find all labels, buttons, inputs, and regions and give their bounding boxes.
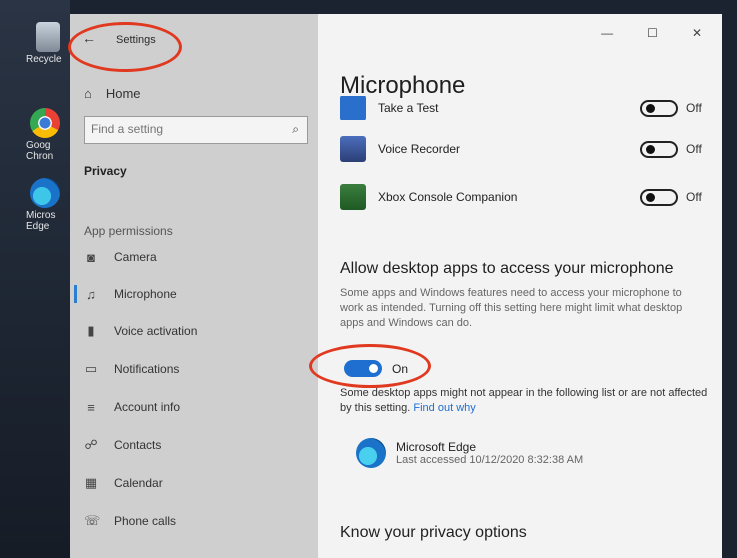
nav-home-label: Home [105, 86, 141, 101]
sidebar-item-notifications[interactable]: ▭ Notifications [84, 358, 180, 380]
minimize-button[interactable]: — [601, 26, 613, 40]
search-input[interactable] [85, 117, 271, 141]
chrome-icon [30, 108, 60, 138]
settings-window: ← Settings ⌂ Home ⌕ Privacy App permissi… [70, 14, 722, 558]
contacts-icon: ☍ [84, 437, 98, 452]
chrome-desktop-icon[interactable]: Goog Chron [26, 108, 66, 162]
sidebar-item-label: Calendar [114, 476, 163, 490]
edge-icon [30, 178, 60, 208]
desktop-apps-note: Some desktop apps might not appear in th… [340, 386, 710, 416]
desktop-icon-label: Goog Chron [26, 140, 54, 162]
sidebar-item-label: Phone calls [114, 514, 177, 528]
camera-icon: ◙ [87, 249, 95, 265]
edge-desktop-icon[interactable]: Micros Edge [26, 178, 66, 232]
sidebar-item-account-info[interactable]: ≡ Account info [84, 396, 180, 418]
privacy-options-heading: Know your privacy options [340, 524, 527, 541]
microphone-icon: ♫ [86, 286, 96, 302]
group-heading-app-permissions: App permissions [84, 224, 173, 238]
desktop-app-name: Microsoft Edge [396, 440, 477, 454]
toggle-state-label: Off [686, 101, 702, 115]
sidebar-item-phone-calls[interactable]: ☏ Phone calls [84, 510, 176, 532]
app-name: Voice Recorder [378, 142, 461, 156]
sidebar-item-label: Microphone [114, 287, 177, 301]
desktop-background: Recycle Goog Chron Micros Edge [0, 0, 70, 558]
app-name: Take a Test [378, 101, 439, 115]
sidebar: ← Settings ⌂ Home ⌕ Privacy App permissi… [70, 14, 318, 558]
notifications-icon: ▭ [84, 361, 98, 376]
sidebar-item-label: Notifications [114, 362, 180, 376]
desktop-app-last-accessed: Last accessed 10/12/2020 8:32:38 AM [396, 454, 584, 466]
app-row-take-a-test: Take a Test Off [340, 96, 710, 120]
toggle-state-label: Off [686, 142, 702, 156]
toggle-state-label: Off [686, 190, 702, 204]
microsoft-edge-icon [356, 438, 386, 468]
annotation-ellipse-toggle [309, 344, 431, 388]
nav-home[interactable]: ⌂ Home [84, 86, 141, 101]
voice-activation-icon: ▮ [87, 323, 95, 338]
close-button[interactable]: ✕ [692, 26, 702, 40]
desktop-icon-label: Recycle [26, 54, 62, 65]
calendar-icon: ▦ [84, 475, 98, 490]
section-heading-privacy: Privacy [84, 164, 127, 178]
sidebar-item-calendar[interactable]: ▦ Calendar [84, 472, 163, 494]
find-out-why-link[interactable]: Find out why [413, 402, 475, 414]
maximize-button[interactable]: ☐ [647, 26, 658, 40]
phone-calls-icon: ☏ [84, 513, 101, 528]
app-toggle[interactable] [640, 188, 678, 206]
sidebar-item-camera[interactable]: ◙ Camera [84, 246, 157, 268]
desktop-icon-label: Micros Edge [26, 210, 56, 232]
recycle-bin-desktop-icon[interactable]: Recycle [26, 22, 66, 65]
window-controls: — ☐ ✕ [601, 26, 702, 40]
sidebar-item-label: Account info [114, 400, 181, 414]
sidebar-item-label: Contacts [114, 438, 162, 452]
app-toggle[interactable] [640, 140, 678, 158]
take-a-test-icon [340, 96, 366, 120]
main-content: — ☐ ✕ Microphone Take a Test Off Voice R… [318, 14, 722, 558]
search-box: ⌕ [84, 116, 308, 144]
xbox-console-companion-icon [340, 184, 366, 210]
account-info-icon: ≡ [87, 399, 95, 415]
sidebar-item-label: Camera [114, 250, 157, 264]
note-text: Some desktop apps might not appear in th… [340, 387, 708, 414]
sidebar-item-microphone[interactable]: ♫ Microphone [74, 283, 177, 305]
home-icon: ⌂ [84, 86, 92, 101]
desktop-app-entry-edge: Microsoft Edge Last accessed 10/12/2020 … [356, 438, 583, 468]
desktop-apps-description: Some apps and Windows features need to a… [340, 287, 683, 329]
desktop-apps-heading: Allow desktop apps to access your microp… [340, 260, 674, 277]
search-icon[interactable]: ⌕ [292, 122, 299, 137]
sidebar-item-contacts[interactable]: ☍ Contacts [84, 434, 161, 456]
app-name: Xbox Console Companion [378, 190, 518, 204]
annotation-ellipse-settings [68, 22, 182, 72]
sidebar-item-label: Voice activation [114, 324, 198, 338]
app-toggle[interactable] [640, 99, 678, 117]
sidebar-item-voice-activation[interactable]: ▮ Voice activation [84, 320, 197, 342]
app-row-xbox-console-companion: Xbox Console Companion Off [340, 180, 710, 214]
app-row-voice-recorder: Voice Recorder Off [340, 132, 710, 166]
voice-recorder-icon [340, 136, 366, 162]
recycle-bin-icon [36, 22, 60, 52]
